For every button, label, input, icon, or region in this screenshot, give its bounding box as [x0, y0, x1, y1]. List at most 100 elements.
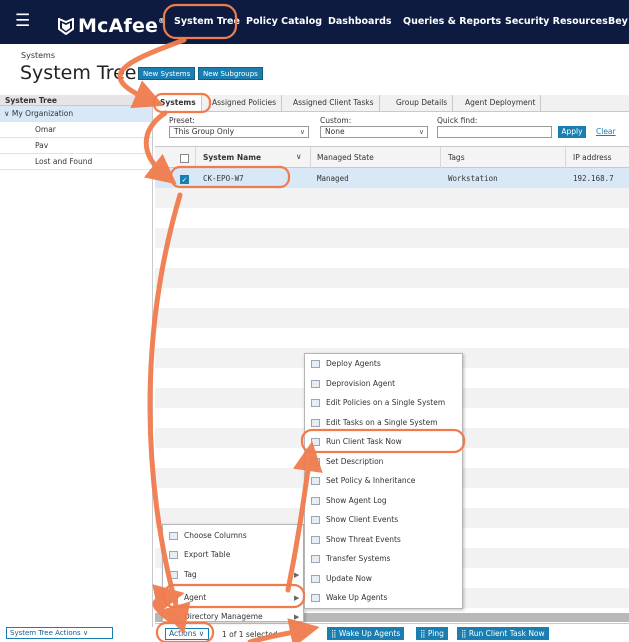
menu-item-deprovision-agent[interactable]: Deprovision Agent — [305, 374, 462, 394]
log-icon — [311, 496, 320, 505]
grid-icon: ⣿ — [331, 629, 337, 638]
quick-find-label: Quick find: — [437, 116, 478, 125]
menu-item-agent[interactable]: Agent ▶ — [163, 588, 303, 608]
nav-security-resources[interactable]: Security Resources — [505, 15, 608, 29]
empty-table-row — [155, 208, 629, 228]
grid-icon: ⣿ — [420, 629, 426, 638]
tab-group-details[interactable]: Group Details — [391, 95, 454, 112]
nav-more[interactable]: Bey — [608, 15, 628, 29]
menu-item-label: Deploy Agents — [326, 359, 381, 368]
threat-icon — [311, 535, 320, 544]
empty-table-row — [155, 228, 629, 248]
actions-menu: Choose Columns Export Table Tag ▶ Agent … — [162, 524, 304, 622]
directory-icon — [169, 613, 178, 621]
menu-item-tag[interactable]: Tag ▶ — [163, 565, 303, 585]
table-row[interactable]: ✓ CK-EPO-W7 Managed Workstation 192.168.… — [155, 168, 629, 188]
apply-button[interactable]: Apply — [558, 126, 586, 138]
sort-chevron-icon[interactable]: ∨ — [296, 152, 302, 161]
menu-item-transfer-systems[interactable]: Transfer Systems — [305, 549, 462, 569]
new-subgroups-button[interactable]: New Subgroups — [198, 67, 263, 80]
chevron-down-icon: ∨ — [82, 629, 89, 637]
nav-system-tree[interactable]: System Tree — [174, 15, 240, 29]
col-managed-state[interactable]: Managed State — [317, 153, 374, 162]
menu-item-label: Agent — [184, 593, 207, 602]
wake-icon — [311, 594, 320, 602]
menu-item-set-policy-inheritance[interactable]: Set Policy & Inheritance — [305, 471, 462, 491]
chevron-down-icon: ∨ — [299, 128, 305, 136]
hamburger-menu-icon[interactable]: ☰ — [15, 11, 30, 31]
empty-table-row — [155, 308, 629, 328]
menu-item-show-threat-events[interactable]: Show Threat Events — [305, 530, 462, 550]
menu-item-edit-tasks[interactable]: Edit Tasks on a Single System — [305, 413, 462, 433]
preset-value: This Group Only — [174, 127, 235, 136]
menu-item-choose-columns[interactable]: Choose Columns — [163, 526, 303, 546]
cell-tags: Workstation — [448, 174, 498, 183]
deploy-icon — [311, 360, 320, 368]
brand-logo: McAfee® — [58, 9, 165, 38]
select-all-checkbox[interactable] — [180, 154, 189, 163]
menu-item-label: Export Table — [184, 550, 231, 559]
menu-item-directory-management[interactable]: Directory Manageme ▶ — [163, 607, 303, 623]
menu-item-update-now[interactable]: Update Now — [305, 569, 462, 589]
col-system-name[interactable]: System Name — [203, 153, 261, 162]
menu-item-label: Show Client Events — [326, 515, 399, 524]
nav-dashboards[interactable]: Dashboards — [328, 15, 392, 29]
menu-item-run-client-task-now[interactable]: Run Client Task Now — [305, 432, 462, 452]
menu-item-label: Deprovision Agent — [326, 378, 396, 388]
row-checkbox[interactable]: ✓ — [180, 175, 189, 184]
policy-icon — [311, 399, 320, 407]
menu-item-label: Choose Columns — [184, 531, 247, 540]
tree-item-pav[interactable]: Pav — [0, 138, 152, 154]
menu-item-show-agent-log[interactable]: Show Agent Log — [305, 491, 462, 511]
menu-item-set-description[interactable]: Set Description — [305, 452, 462, 472]
submenu-arrow-icon: ▶ — [294, 571, 300, 579]
selection-count: 1 of 1 selected — [222, 630, 278, 639]
new-systems-button[interactable]: New Systems — [138, 67, 196, 80]
chevron-down-icon[interactable]: ∨ — [4, 109, 10, 118]
top-navigation: ☰ McAfee® System Tree Policy Catalog Das… — [0, 0, 629, 44]
clear-link[interactable]: Clear — [596, 127, 616, 136]
wake-up-agents-label: Wake Up Agents — [338, 629, 401, 638]
tab-assigned-client-tasks[interactable]: Assigned Client Tasks — [288, 95, 380, 112]
menu-item-label: Show Agent Log — [326, 495, 387, 505]
nav-policy-catalog[interactable]: Policy Catalog — [246, 15, 322, 29]
tab-agent-deployment[interactable]: Agent Deployment — [460, 95, 542, 112]
breadcrumb[interactable]: Systems — [21, 51, 55, 60]
wake-up-agents-button[interactable]: ⣿ Wake Up Agents — [327, 627, 405, 640]
page-title: System Tree — [20, 62, 137, 84]
tree-item-my-organization[interactable]: ∨ My Organization — [0, 106, 152, 122]
menu-item-export-table[interactable]: Export Table — [163, 545, 303, 565]
empty-table-row — [155, 248, 629, 268]
system-tree-actions-label: System Tree Actions — [10, 629, 81, 637]
custom-select[interactable]: None ∨ — [320, 126, 428, 138]
run-client-task-now-button[interactable]: ⣿ Run Client Task Now — [457, 627, 549, 640]
menu-item-show-client-events[interactable]: Show Client Events — [305, 510, 462, 530]
col-tags[interactable]: Tags — [448, 153, 465, 162]
menu-item-edit-policies[interactable]: Edit Policies on a Single System — [305, 393, 462, 413]
tab-systems[interactable]: Systems — [155, 95, 202, 112]
cell-system-name[interactable]: CK-EPO-W7 — [203, 174, 244, 183]
menu-item-label: Show Threat Events — [326, 534, 401, 544]
chevron-down-icon: ∨ — [198, 629, 205, 638]
run-client-task-now-label: Run Client Task Now — [468, 629, 545, 638]
col-ip-address[interactable]: IP address — [573, 153, 612, 162]
deprovision-icon — [311, 379, 320, 388]
task-icon — [311, 418, 320, 427]
menu-item-wake-up-agents[interactable]: Wake Up Agents — [305, 588, 462, 608]
preset-select[interactable]: This Group Only ∨ — [169, 126, 309, 138]
custom-value: None — [325, 127, 345, 136]
columns-icon — [169, 532, 178, 540]
menu-item-label: Set Policy & Inheritance — [326, 476, 416, 485]
tree-item-lost-and-found[interactable]: Lost and Found — [0, 154, 152, 170]
tab-assigned-policies[interactable]: Assigned Policies — [207, 95, 283, 112]
transfer-icon — [311, 555, 320, 563]
nav-queries-reports[interactable]: Queries & Reports — [403, 15, 501, 29]
menu-item-deploy-agents[interactable]: Deploy Agents — [305, 354, 462, 374]
system-tree-actions-button[interactable]: System Tree Actions ∨ — [6, 627, 113, 639]
tree-item-omar[interactable]: Omar — [0, 122, 152, 138]
ping-button[interactable]: ⣿ Ping — [416, 627, 448, 640]
quick-find-input[interactable] — [437, 126, 552, 138]
actions-button[interactable]: Actions ∨ — [165, 628, 209, 640]
menu-item-label: Directory Manageme — [184, 612, 263, 621]
tree-item-label: My Organization — [11, 109, 74, 118]
